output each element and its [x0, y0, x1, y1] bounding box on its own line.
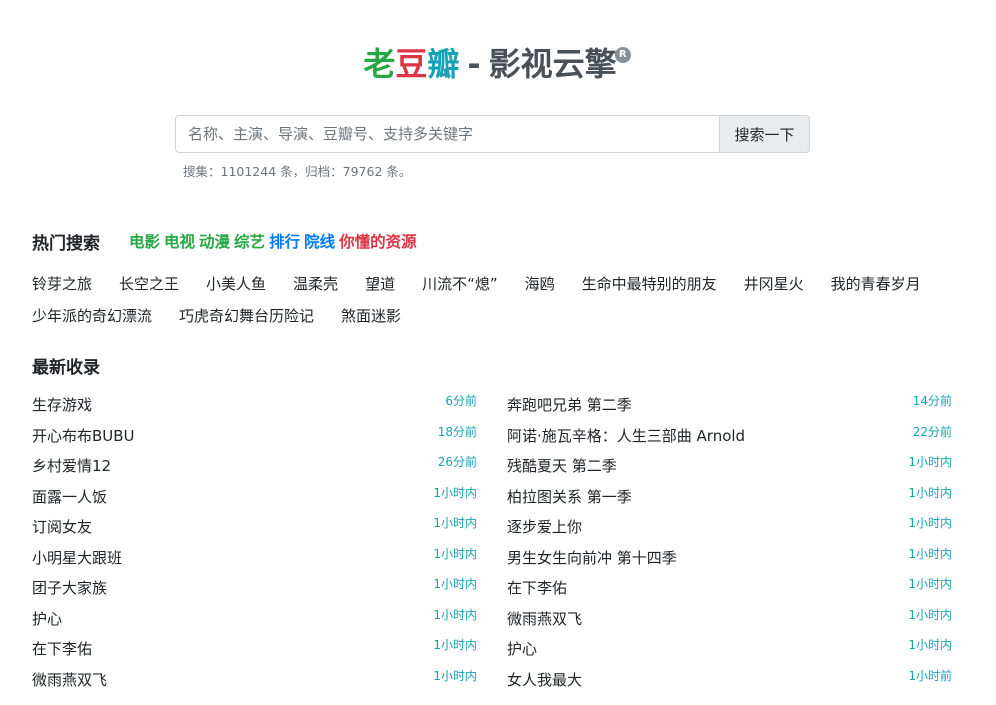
latest-list-right: 奔跑吧兄弟 第二季 14分前阿诺·施瓦辛格：人生三部曲 Arnold 22分前残酷夏… [507, 390, 952, 695]
item-time: 1小时内 [433, 546, 477, 561]
hot-tag-link[interactable]: 温柔壳 [293, 268, 338, 300]
logo-char-1: 老 [363, 45, 396, 83]
hot-tag-link[interactable]: 铃芽之旅 [32, 268, 92, 300]
hot-tag-link[interactable]: 井冈星火 [744, 268, 804, 300]
item-title-link[interactable]: 护心 [507, 638, 537, 659]
hot-tag-link[interactable]: 川流不“熄” [422, 268, 498, 300]
logo-char-2: 豆 [395, 45, 428, 83]
list-item: 女人我最大 1小时前 [507, 665, 952, 696]
list-item: 逐步爱上你 1小时内 [507, 512, 952, 543]
item-title-link[interactable]: 乡村爱情12 [32, 455, 111, 476]
latest-heading: 最新收录 [32, 358, 100, 378]
list-item: 开心布布BUBU 18分前 [32, 421, 477, 452]
logo-separator: - [467, 45, 481, 83]
item-time: 1小时内 [908, 516, 952, 530]
logo-char-3: 瓣 [427, 45, 460, 83]
category-links: 电影 电视 动漫 综艺 排行 院线 你懂的资源 [129, 230, 421, 252]
item-time: 22分前 [912, 424, 952, 439]
category-link[interactable]: 综艺 [234, 233, 265, 251]
item-title-link[interactable]: 护心 [32, 608, 62, 629]
item-title-link[interactable]: 微雨燕双飞 [507, 608, 582, 629]
list-item: 乡村爱情12 26分前 [32, 451, 477, 482]
item-title-link[interactable]: 生存游戏 [32, 394, 92, 415]
item-title-link[interactable]: 在下李佑 [507, 577, 567, 598]
item-time: 6分前 [445, 394, 477, 408]
item-title-link[interactable]: 女人我最大 [507, 669, 582, 690]
hot-tag-link[interactable]: 小美人鱼 [206, 268, 266, 300]
category-link[interactable]: 电影 [129, 233, 160, 251]
category-link[interactable]: 排行 [269, 233, 300, 251]
category-link[interactable]: 电视 [164, 233, 195, 251]
item-time: 1小时内 [433, 668, 477, 683]
item-title-link[interactable]: 残酷夏天 第二季 [507, 455, 617, 476]
item-title-link[interactable]: 阿诺·施瓦辛格：人生三部曲 Arnold [507, 425, 745, 446]
item-time: 1小时内 [908, 485, 952, 500]
list-item: 奔跑吧兄弟 第二季 14分前 [507, 390, 952, 421]
hot-tag-link[interactable]: 少年派的奇幻漂流 [32, 300, 152, 332]
list-item: 护心 1小时内 [32, 604, 477, 635]
hot-tag-link[interactable]: 海鸥 [525, 268, 555, 300]
list-item: 残酷夏天 第二季 1小时内 [507, 451, 952, 482]
logo-subtitle: 影视云擎 [488, 45, 617, 83]
hot-tag-link[interactable]: 生命中最特别的朋友 [582, 268, 717, 300]
item-time: 26分前 [437, 455, 477, 469]
list-item: 小明星大跟班 1小时内 [32, 543, 477, 574]
site-logo[interactable]: 老豆瓣 - 影视云擎 R [0, 44, 996, 84]
category-link[interactable]: 院线 [304, 233, 335, 251]
latest-list-left: 生存游戏 6分前 开心布布BUBU 18分前 乡村爱情12 26分前 面露一人饭 1小时内 订阅… [32, 390, 477, 695]
search-input[interactable] [175, 115, 720, 153]
list-item: 微雨燕双飞 1小时内 [507, 604, 952, 635]
item-time: 1小时内 [433, 485, 477, 500]
item-time: 1小时前 [908, 668, 952, 683]
item-title-link[interactable]: 逐步爱上你 [507, 516, 582, 537]
category-link[interactable]: 动漫 [199, 233, 230, 251]
index-stats: 搜集：1101244 条，归档：79762 条。 [183, 164, 412, 179]
item-time: 1小时内 [433, 516, 477, 530]
item-time: 1小时内 [908, 546, 952, 561]
list-item: 生存游戏 6分前 [32, 390, 477, 421]
item-title-link[interactable]: 开心布布BUBU [32, 425, 135, 446]
hot-search-heading: 热门搜索 [32, 234, 100, 254]
item-title-link[interactable]: 奔跑吧兄弟 第二季 [507, 394, 632, 415]
list-item: 微雨燕双飞 1小时内 [32, 665, 477, 696]
item-time: 1小时内 [908, 607, 952, 622]
category-link[interactable]: 你懂的资源 [339, 233, 417, 251]
list-item: 柏拉图关系 第一季 1小时内 [507, 482, 952, 513]
registered-badge-icon: R [614, 47, 631, 63]
list-item: 订阅女友 1小时内 [32, 512, 477, 543]
item-time: 1小时内 [433, 607, 477, 622]
item-time: 1小时内 [908, 455, 952, 469]
hot-tag-link[interactable]: 望道 [365, 268, 395, 300]
hot-tag-link[interactable]: 煞面迷影 [341, 300, 401, 332]
search-bar: 搜索一下 [175, 115, 810, 153]
item-title-link[interactable]: 柏拉图关系 第一季 [507, 486, 632, 507]
list-item: 护心 1小时内 [507, 634, 952, 665]
item-title-link[interactable]: 团子大家族 [32, 577, 107, 598]
item-title-link[interactable]: 在下李佑 [32, 638, 92, 659]
list-item: 阿诺·施瓦辛格：人生三部曲 Arnold 22分前 [507, 421, 952, 452]
hot-tags: 铃芽之旅 长空之王 小美人鱼 温柔壳 望道 川流不“熄” 海鸥 生命中最特别的朋友 井冈星火 我的… [32, 268, 972, 332]
hot-tag-link[interactable]: 长空之王 [119, 268, 179, 300]
list-item: 在下李佑 1小时内 [32, 634, 477, 665]
item-time: 1小时内 [908, 577, 952, 591]
item-title-link[interactable]: 小明星大跟班 [32, 547, 122, 568]
list-item: 男生女生向前冲 第十四季 1小时内 [507, 543, 952, 574]
hot-tag-link[interactable]: 我的青春岁月 [831, 268, 921, 300]
item-time: 18分前 [437, 424, 477, 439]
list-item: 在下李佑 1小时内 [507, 573, 952, 604]
item-time: 14分前 [912, 394, 952, 408]
item-time: 1小时内 [908, 638, 952, 652]
item-time: 1小时内 [433, 577, 477, 591]
list-item: 面露一人饭 1小时内 [32, 482, 477, 513]
search-button[interactable]: 搜索一下 [719, 115, 810, 153]
hot-tag-link[interactable]: 巧虎奇幻舞台历险记 [179, 300, 314, 332]
item-title-link[interactable]: 面露一人饭 [32, 486, 107, 507]
list-item: 团子大家族 1小时内 [32, 573, 477, 604]
item-title-link[interactable]: 男生女生向前冲 第十四季 [507, 547, 677, 568]
item-title-link[interactable]: 微雨燕双飞 [32, 669, 107, 690]
item-time: 1小时内 [433, 638, 477, 652]
item-title-link[interactable]: 订阅女友 [32, 516, 92, 537]
